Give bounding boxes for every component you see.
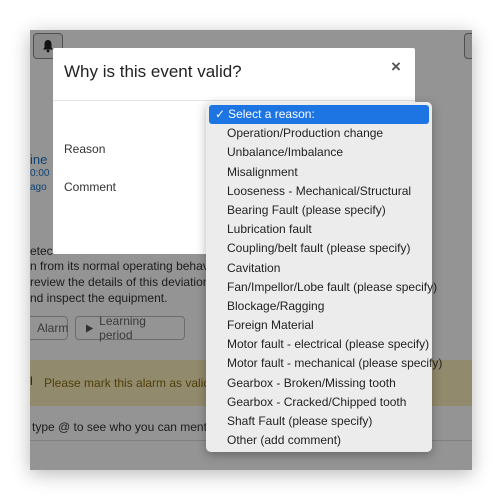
reason-option[interactable]: Lubrication fault <box>209 220 429 239</box>
reason-option-label: Blockage/Ragging <box>227 298 325 313</box>
reason-option-label: Operation/Production change <box>227 126 384 141</box>
reason-option-label: Lubrication fault <box>227 222 312 237</box>
reason-option-label: Coupling/belt fault (please specify) <box>227 241 411 256</box>
reason-option[interactable]: Motor fault - electrical (please specify… <box>209 335 429 354</box>
comment-label: Comment <box>64 180 117 194</box>
reason-option-label: Bearing Fault (please specify) <box>227 202 386 217</box>
reason-option[interactable]: Looseness - Mechanical/Structural <box>209 182 429 201</box>
reason-option[interactable]: Cavitation <box>209 259 429 278</box>
reason-option-label: Motor fault - mechanical (please specify… <box>227 356 443 371</box>
reason-option[interactable]: Other (add comment) <box>209 431 429 450</box>
reason-option-label: Foreign Material <box>227 318 314 333</box>
reason-option-label: Motor fault - electrical (please specify… <box>227 337 430 352</box>
reason-option[interactable]: Foreign Material <box>209 316 429 335</box>
reason-option-label: Gearbox - Broken/Missing tooth <box>227 375 396 390</box>
reason-option[interactable]: Misalignment <box>209 163 429 182</box>
reason-option-label: Cavitation <box>227 260 281 275</box>
reason-option-label: Select a reason: <box>228 107 315 121</box>
reason-option-label: Misalignment <box>227 164 298 179</box>
reason-option[interactable]: Coupling/belt fault (please specify) <box>209 239 429 258</box>
reason-option-label: Fan/Impellor/Lobe fault (please specify) <box>227 279 438 294</box>
reason-option[interactable]: Motor fault - mechanical (please specify… <box>209 354 442 373</box>
reason-option[interactable]: Operation/Production change <box>209 124 429 143</box>
reason-option[interactable]: Fan/Impellor/Lobe fault (please specify) <box>209 278 437 297</box>
reason-option-label: Other (add comment) <box>227 433 342 448</box>
reason-option[interactable]: Shaft Fault (please specify) <box>209 412 429 431</box>
reason-option[interactable]: ✓ Select a reason: <box>209 105 429 125</box>
close-icon[interactable]: × <box>387 58 405 76</box>
reason-option[interactable]: Gearbox - Broken/Missing tooth <box>209 374 429 393</box>
reason-option-label: Shaft Fault (please specify) <box>227 414 373 428</box>
reason-dropdown-list[interactable]: ✓ Select a reason: Operation/Production ch… <box>206 102 442 452</box>
reason-option[interactable]: Bearing Fault (please specify) <box>209 201 429 220</box>
reason-option-label: Unbalance/Imbalance <box>227 145 344 160</box>
reason-option-label: Gearbox - Cracked/Chipped tooth <box>227 394 407 409</box>
reason-option-label: Looseness - Mechanical/Structural <box>227 183 412 198</box>
modal-title: Why is this event valid? <box>64 62 242 81</box>
reason-option[interactable]: Gearbox - Cracked/Chipped tooth <box>209 393 429 412</box>
modal-divider <box>53 100 415 101</box>
reason-option[interactable]: Blockage/Ragging <box>209 297 429 316</box>
reason-option[interactable]: Unbalance/Imbalance <box>209 143 429 162</box>
reason-label: Reason <box>64 142 106 156</box>
checkmark-icon: ✓ <box>215 107 226 121</box>
screenshot-frame: ine 0:00 ago etec n from its normal oper… <box>30 30 472 470</box>
